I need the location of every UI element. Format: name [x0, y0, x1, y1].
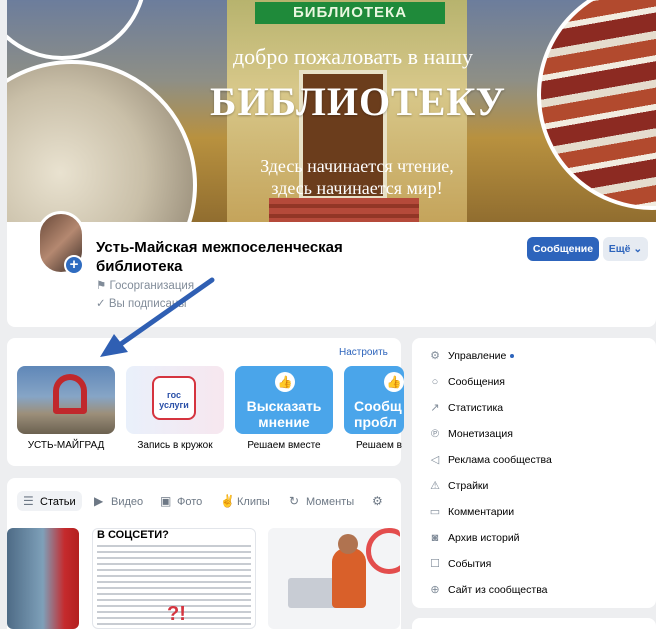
sidebar-item-label: Управление	[448, 350, 507, 362]
tab-moments-label: Моменты	[306, 496, 355, 508]
tile-report-text: Сообщ о пробл	[354, 398, 404, 430]
more-button[interactable]: Ещё ⌄	[603, 237, 648, 261]
person-head	[338, 534, 358, 554]
sidebar-item-label: Страйки	[448, 480, 489, 492]
tab-video-label: Видео	[111, 496, 144, 508]
thumbs-up-icon: 👍	[275, 372, 295, 392]
app-label-circle-signup: Запись в кружок	[137, 440, 213, 451]
tab-articles[interactable]: ☰ Статьи	[17, 491, 82, 511]
tab-photo[interactable]: ▣ Фото	[160, 491, 202, 511]
megaphone-icon: ◁	[430, 454, 440, 466]
tab-moments[interactable]: ↻ Моменты	[289, 491, 354, 511]
sidebar-item-label: Комментарии	[448, 506, 515, 518]
comment-icon: ▭	[429, 506, 441, 518]
add-story-button[interactable]: +	[64, 255, 84, 275]
sidebar-item-label: Сайт из сообщества	[448, 584, 548, 596]
sidebar-item-label: Архив историй	[448, 532, 520, 544]
warning-icon: ⚠	[430, 480, 440, 492]
video-icon: ▶	[94, 494, 104, 508]
sidebar-item-stories-archive[interactable]: ◙ Архив историй	[427, 529, 520, 547]
check-icon: ✓	[96, 298, 109, 310]
sidebar-item-statistics[interactable]: ↗ Статистика	[427, 399, 503, 417]
subscription-status[interactable]: ✓ Вы подписаны	[96, 296, 186, 310]
sidebar-item-label: Статистика	[448, 402, 504, 414]
tab-articles-label: Статьи	[40, 496, 76, 508]
tab-clips[interactable]: ✌ Клипы	[220, 491, 270, 511]
page-title: Усть-Майская межпоселенческая библиотека	[96, 239, 343, 275]
calendar-icon: ☐	[430, 558, 440, 570]
tab-clips-label: Клипы	[237, 496, 270, 508]
gear-icon: ⚙	[430, 350, 440, 362]
gosuslugi-logo: гос услуги	[152, 376, 196, 420]
books-circle-right	[537, 0, 656, 210]
person-illustration	[332, 548, 366, 608]
question-icon: ?!	[167, 603, 186, 625]
globe-icon: ⊕	[430, 584, 440, 596]
sidebar-item-strikes[interactable]: ⚠ Страйки	[427, 477, 488, 495]
message-button[interactable]: Сообщение	[527, 237, 599, 261]
org-type: ⚑ Госорганизация	[96, 278, 194, 292]
circle-top-left	[7, 0, 147, 60]
thumbs-up-icon: 👍	[384, 372, 404, 392]
sidebar-item-ads[interactable]: ◁ Реклама сообщества	[427, 451, 552, 469]
photo-icon: ▣	[160, 494, 172, 508]
app-tile-report[interactable]: 👍 Сообщ о пробл	[344, 366, 404, 434]
sidebar-item-label: Реклама сообщества	[448, 454, 552, 466]
cover-tagline: Здесь начинается чтение, здесь начинаетс…	[217, 155, 497, 199]
app-label-ust-maigrad: УСТЬ-МАЙГРАД	[27, 440, 105, 451]
org-type-label: Госорганизация	[109, 280, 195, 292]
subscription-label: Вы подписаны	[108, 298, 187, 310]
app-tile-gosuslugi[interactable]: гос услуги	[126, 366, 224, 434]
sidebar-item-community-site[interactable]: ⊕ Сайт из сообщества	[427, 581, 548, 599]
sidebar-item-comments[interactable]: ▭ Комментарии	[427, 503, 514, 521]
app-tile-opinion[interactable]: 👍 Высказать мнение	[235, 366, 333, 434]
sidebar-next-panel	[412, 618, 656, 629]
archive-icon: ◙	[431, 532, 439, 544]
cover-tagline-line1: Здесь начинается чтение,	[260, 156, 454, 176]
notification-dot	[510, 354, 515, 359]
tab-video[interactable]: ▶ Видео	[94, 491, 143, 511]
sidebar-item-management[interactable]: ⚙ Управление	[427, 347, 515, 365]
tile-opinion-text: Высказать мнение	[246, 398, 322, 430]
post-heading: В СОЦСЕТИ?	[97, 529, 169, 541]
gear-icon: ⚙	[372, 494, 383, 508]
cover-image: БИБЛИОТЕКА добро пожаловать в нашу БИБЛИ…	[7, 0, 656, 230]
sidebar-item-monetization[interactable]: ℗ Монетизация	[427, 425, 513, 443]
articles-icon: ☰	[23, 494, 34, 508]
flag-icon: ⚑	[96, 280, 110, 292]
cover-welcome-text: добро пожаловать в нашу	[232, 44, 474, 69]
cover-tagline-line2: здесь начинается мир!	[271, 178, 443, 198]
moments-icon: ↻	[289, 494, 300, 508]
apps-setup-link[interactable]: Настроить	[339, 347, 388, 358]
tabs-settings-button[interactable]: ⚙	[372, 491, 389, 511]
chat-icon: ○	[431, 376, 439, 388]
chevron-down-icon: ⌄	[633, 243, 643, 255]
sidebar-item-messages[interactable]: ○ Сообщения	[427, 373, 505, 391]
post-thumbnail[interactable]: В СОЦСЕТИ? ?!	[92, 528, 256, 629]
post-thumbnail[interactable]	[7, 528, 79, 629]
library-sign: БИБЛИОТЕКА	[255, 2, 445, 24]
more-label: Ещё	[608, 243, 631, 255]
sidebar-item-label: Монетизация	[448, 428, 513, 440]
sidebar-item-label: Сообщения	[448, 376, 505, 388]
books-circle-left	[7, 60, 197, 230]
tab-photo-label: Фото	[177, 496, 203, 508]
heart-sculpture	[53, 374, 87, 414]
app-label-solve-together: Решаем вместе	[247, 440, 321, 451]
sidebar-item-label: События	[448, 558, 492, 570]
cover-headline: БИБЛИОТЕКУ	[210, 79, 506, 124]
app-tile-ust-maigrad[interactable]	[17, 366, 115, 434]
prohibited-icon	[366, 528, 400, 574]
sidebar-item-events[interactable]: ☐ События	[427, 555, 491, 573]
coin-icon: ℗	[430, 428, 440, 440]
app-label-solve-partial: Решаем в	[356, 440, 402, 451]
clips-icon: ✌	[220, 494, 235, 508]
post-thumbnail[interactable]	[268, 528, 400, 629]
chart-icon: ↗	[430, 402, 440, 414]
